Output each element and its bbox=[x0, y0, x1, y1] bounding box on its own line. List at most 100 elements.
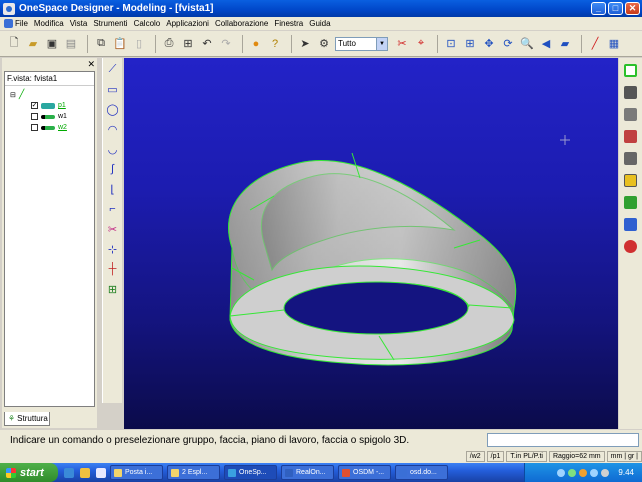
taskbar-item[interactable]: OSDM -... bbox=[338, 465, 391, 480]
tray-icon[interactable] bbox=[579, 468, 588, 477]
tree-tools-icon[interactable]: ⊞ bbox=[180, 36, 196, 52]
collapse-icon[interactable]: ⊟ bbox=[10, 91, 16, 99]
copy-icon[interactable]: ⧉ bbox=[93, 36, 109, 52]
document-icon[interactable] bbox=[4, 19, 13, 28]
tray-icon[interactable] bbox=[568, 468, 577, 477]
visibility-checkbox[interactable] bbox=[31, 124, 38, 131]
desktop-icon[interactable] bbox=[96, 467, 106, 478]
tree-item-p1[interactable]: ✓ p1 bbox=[31, 102, 66, 109]
maximize-button[interactable]: □ bbox=[608, 2, 623, 15]
taskbar-item[interactable]: RealOn... bbox=[281, 465, 334, 480]
taskbar-item[interactable]: Posta i... bbox=[110, 465, 163, 480]
spline-icon[interactable]: ∫ bbox=[106, 162, 120, 176]
visibility-checkbox[interactable]: ✓ bbox=[31, 102, 38, 109]
previous-view-icon[interactable]: ◀ bbox=[538, 36, 554, 52]
delete-icon[interactable]: ▯ bbox=[131, 36, 147, 52]
fit-view-icon[interactable]: ⊡ bbox=[443, 36, 459, 52]
save-icon[interactable]: ▣ bbox=[44, 36, 60, 52]
select-filter-icon[interactable]: ⚙ bbox=[316, 36, 332, 52]
undo-icon[interactable]: ↶ bbox=[199, 36, 215, 52]
tray-icon[interactable] bbox=[590, 468, 599, 477]
close-button[interactable]: ✕ bbox=[625, 2, 640, 15]
zoom-box-icon[interactable]: ⊞ bbox=[462, 36, 478, 52]
modeling-viewport[interactable] bbox=[124, 58, 618, 429]
dimension-icon[interactable]: ⊞ bbox=[106, 282, 120, 296]
arc-icon[interactable]: ◠ bbox=[106, 122, 120, 136]
taskbar-item[interactable]: 2 Espl... bbox=[167, 465, 220, 480]
ie-icon[interactable] bbox=[64, 467, 74, 478]
trim-icon[interactable]: ✂ bbox=[106, 222, 120, 236]
clear-selection-icon[interactable]: ✂ bbox=[394, 36, 410, 52]
menu-applicazioni[interactable]: Applicazioni bbox=[166, 19, 209, 28]
camera-icon[interactable]: ▰ bbox=[557, 36, 573, 52]
info-icon[interactable]: ● bbox=[248, 36, 264, 52]
menu-guida[interactable]: Guida bbox=[309, 19, 330, 28]
shaded-view-icon[interactable] bbox=[624, 86, 637, 99]
filter-select[interactable]: Tutto ▼ bbox=[335, 36, 388, 51]
task-label: Posta i... bbox=[125, 469, 153, 476]
polyline-icon[interactable]: ⟋ bbox=[106, 62, 120, 76]
command-input[interactable] bbox=[487, 433, 639, 447]
workplane-view-icon[interactable] bbox=[624, 196, 637, 209]
browser-icon bbox=[342, 468, 350, 477]
pan-icon[interactable]: ✥ bbox=[481, 36, 497, 52]
menu-vista[interactable]: Vista bbox=[70, 19, 88, 28]
split-icon[interactable]: ⊹ bbox=[106, 242, 120, 256]
solid-view-icon[interactable] bbox=[624, 152, 637, 165]
zoom-icon[interactable]: 🔍 bbox=[519, 36, 535, 52]
paste-icon[interactable]: 📋 bbox=[112, 36, 128, 52]
construction-icon[interactable]: ┼ bbox=[106, 262, 120, 276]
color-icon[interactable] bbox=[624, 240, 637, 253]
outlook-icon[interactable] bbox=[80, 467, 90, 478]
render-icon[interactable] bbox=[624, 108, 637, 121]
chevron-down-icon[interactable]: ▼ bbox=[376, 37, 387, 50]
tree-root-label[interactable]: F.vista: fvista1 bbox=[5, 72, 94, 86]
fillet-icon[interactable]: ⌊ bbox=[106, 182, 120, 196]
yellow-face-icon[interactable] bbox=[624, 174, 637, 187]
menu-file[interactable]: File bbox=[15, 19, 28, 28]
volume-icon[interactable] bbox=[601, 468, 610, 477]
line-tool-icon[interactable]: ╱ bbox=[587, 36, 603, 52]
circle-icon[interactable]: ◯ bbox=[106, 102, 120, 116]
tab-struttura[interactable]: ⚘ Struttura bbox=[4, 412, 50, 426]
measure-icon[interactable]: ⌖ bbox=[413, 36, 429, 52]
menu-calcolo[interactable]: Calcolo bbox=[134, 19, 161, 28]
help-icon[interactable]: ? bbox=[267, 36, 283, 52]
document-icon[interactable]: ▤ bbox=[63, 36, 79, 52]
redo-icon[interactable]: ↷ bbox=[218, 36, 234, 52]
mail-icon bbox=[114, 468, 122, 477]
app-icon[interactable] bbox=[3, 2, 15, 15]
tray-icon[interactable] bbox=[557, 468, 566, 477]
menu-strumenti[interactable]: Strumenti bbox=[93, 19, 127, 28]
tree-item-w1[interactable]: w1 bbox=[31, 113, 67, 120]
pointer-icon[interactable]: ➤ bbox=[297, 36, 313, 52]
menu-finestra[interactable]: Finestra bbox=[274, 19, 303, 28]
3d-model bbox=[228, 135, 570, 366]
chamfer-icon[interactable]: ⌐ bbox=[106, 202, 120, 216]
tangent-arc-icon[interactable]: ◡ bbox=[106, 142, 120, 156]
calculator-icon[interactable]: ▦ bbox=[606, 36, 622, 52]
tree-expander[interactable]: ⊟ ╱ bbox=[10, 89, 24, 100]
select-box-icon[interactable] bbox=[624, 64, 637, 77]
print-icon[interactable]: ⎙ bbox=[161, 36, 177, 52]
menu-bar: File Modifica Vista Strumenti Calcolo Ap… bbox=[0, 17, 642, 30]
crosshair-cursor bbox=[560, 135, 570, 145]
structure-tree[interactable]: F.vista: fvista1 ⊟ ╱ ✓ p1 w1 w2 bbox=[4, 71, 95, 407]
start-button[interactable]: start bbox=[0, 463, 58, 482]
minimize-button[interactable]: _ bbox=[591, 2, 606, 15]
layer-icon[interactable] bbox=[624, 218, 637, 231]
menu-modifica[interactable]: Modifica bbox=[34, 19, 64, 28]
rotate-icon[interactable]: ⟳ bbox=[500, 36, 516, 52]
sketch-toolbar: ⟋ ▭ ◯ ◠ ◡ ∫ ⌊ ⌐ ✂ ⊹ ┼ ⊞ bbox=[102, 58, 122, 403]
rectangle-icon[interactable]: ▭ bbox=[106, 82, 120, 96]
new-file-icon[interactable]: 🗋 bbox=[6, 36, 22, 52]
tree-item-w2[interactable]: w2 bbox=[31, 124, 67, 131]
open-folder-icon[interactable]: ▰ bbox=[25, 36, 41, 52]
task-label: OneSp... bbox=[239, 469, 267, 476]
hidden-line-icon[interactable] bbox=[624, 130, 637, 143]
taskbar-item[interactable]: osd.do... bbox=[395, 465, 448, 480]
close-icon[interactable]: ✕ bbox=[87, 59, 95, 70]
visibility-checkbox[interactable] bbox=[31, 113, 38, 120]
menu-collaborazione[interactable]: Collaborazione bbox=[215, 19, 268, 28]
taskbar-item-active[interactable]: OneSp... bbox=[224, 465, 277, 480]
